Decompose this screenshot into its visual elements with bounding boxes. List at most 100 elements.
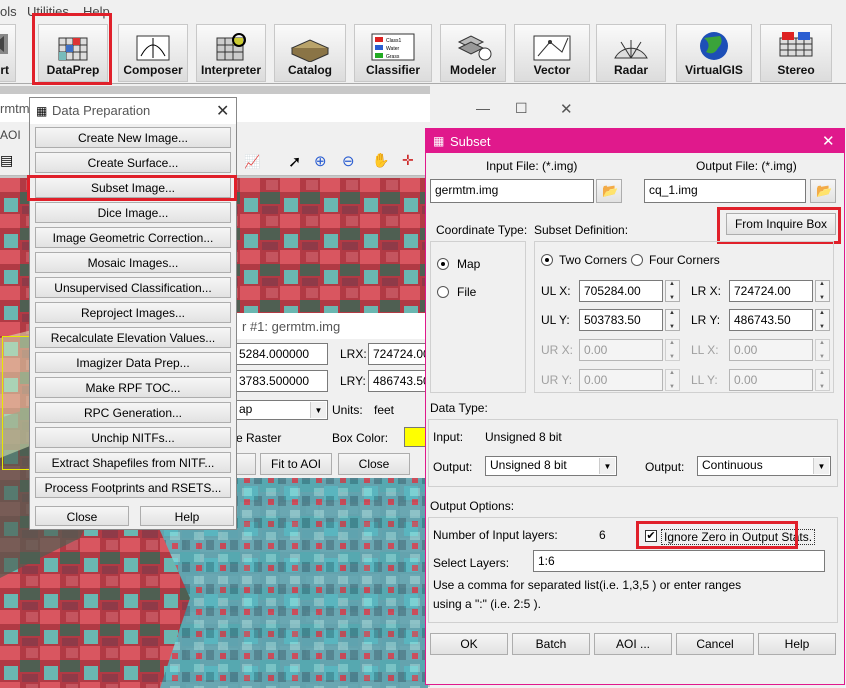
uly-stepper[interactable] (665, 309, 680, 331)
composer-icon (136, 35, 170, 61)
toolbar-composer-button[interactable]: Composer (118, 24, 188, 82)
main-toolbar: ort DataPrep Composer Interpreter Catalo… (0, 22, 846, 84)
hint-line-1: Use a comma for separated list(i.e. 1,3,… (433, 578, 742, 592)
inquire-uly-field[interactable]: 3783.500000 (234, 370, 328, 392)
menu-help[interactable]: Help (83, 4, 110, 19)
two-corners-radio[interactable] (541, 254, 553, 266)
zoom-in-icon[interactable]: ⊕ (314, 152, 327, 170)
dataprep-item-9[interactable]: Recalculate Elevation Values... (35, 327, 231, 348)
zoom-out-icon[interactable]: ⊖ (342, 152, 355, 170)
dataprep-item-7[interactable]: Unsupervised Classification... (35, 277, 231, 298)
toolbar-radar-button[interactable]: Radar (596, 24, 666, 82)
menu-utilities[interactable]: Utilities (27, 4, 69, 19)
close-icon[interactable]: ✕ (822, 132, 835, 150)
dataprep-close-button[interactable]: Close (35, 506, 129, 526)
inquire-lrx-field[interactable]: 724724.00 (368, 343, 428, 365)
output-file-field[interactable]: cq_1.img (644, 179, 806, 203)
window-close-icon[interactable]: ✕ (560, 100, 573, 118)
classifier-icon: Class1 Water Grass (371, 33, 415, 61)
dataprep-item-8[interactable]: Reproject Images... (35, 302, 231, 323)
lly-stepper[interactable] (815, 369, 830, 391)
lry-field[interactable]: 486743.50 (729, 309, 813, 331)
ury-stepper[interactable] (665, 369, 680, 391)
inquire-type-select[interactable]: ap ▼ (234, 400, 328, 420)
lly-label: LL Y: (691, 373, 718, 387)
inquire-close-button[interactable]: Close (338, 453, 410, 475)
dataprep-item-5[interactable]: Image Geometric Correction... (35, 227, 231, 248)
subset-definition-label: Subset Definition: (534, 223, 629, 237)
ulx-field[interactable]: 705284.00 (579, 280, 663, 302)
dataprep-item-14[interactable]: Extract Shapefiles from NITF... (35, 452, 231, 473)
ok-button[interactable]: OK (430, 633, 508, 655)
toolbar-modeler-button[interactable]: Modeler (440, 24, 506, 82)
lry-stepper[interactable] (815, 309, 830, 331)
dataprep-item-15[interactable]: Process Footprints and RSETS... (35, 477, 231, 498)
ulx-stepper[interactable] (665, 280, 680, 302)
chevron-down-icon: ▼ (599, 458, 615, 474)
map-radio-label: Map (457, 257, 481, 271)
map-radio[interactable] (437, 258, 449, 270)
aoi-button[interactable]: AOI ... (594, 633, 672, 655)
inquire-apply-button[interactable] (234, 453, 256, 475)
llx-field[interactable]: 0.00 (729, 339, 813, 361)
pan-hand-icon[interactable]: ✋ (372, 152, 389, 169)
inquire-lrx-label: LRX: (340, 347, 367, 361)
batch-button[interactable]: Batch (512, 633, 590, 655)
tool-icon[interactable]: ▤ (0, 152, 13, 169)
menu-tools[interactable]: ols (0, 4, 17, 19)
chart-icon[interactable]: 📈 (244, 154, 260, 170)
dataprep-item-13[interactable]: Unchip NITFs... (35, 427, 231, 448)
cancel-button[interactable]: Cancel (676, 633, 754, 655)
llx-stepper[interactable] (815, 339, 830, 361)
output-type-select[interactable]: Unsigned 8 bit ▼ (485, 456, 617, 476)
output-layer-type-select[interactable]: Continuous ▼ (697, 456, 831, 476)
dataprep-item-10[interactable]: Imagizer Data Prep... (35, 352, 231, 373)
urx-stepper[interactable] (665, 339, 680, 361)
dataprep-item-3[interactable]: Subset Image... (35, 177, 231, 198)
dataprep-help-button[interactable]: Help (140, 506, 234, 526)
help-button[interactable]: Help (758, 633, 836, 655)
uly-field[interactable]: 503783.50 (579, 309, 663, 331)
dataprep-item-12[interactable]: RPC Generation... (35, 402, 231, 423)
toolbar-dataprep-button[interactable]: DataPrep (38, 24, 108, 82)
vector-icon (533, 35, 571, 61)
dataprep-item-6[interactable]: Mosaic Images... (35, 252, 231, 273)
lrx-stepper[interactable] (815, 280, 830, 302)
input-folder-button[interactable]: 📂 (596, 179, 622, 203)
maximize-icon[interactable]: ☐ (515, 100, 528, 117)
toolbar-stereo-button[interactable]: Stereo (760, 24, 832, 82)
close-icon[interactable]: ✕ (216, 101, 229, 121)
num-layers-value: 6 (599, 528, 606, 542)
input-file-field[interactable]: germtm.img (430, 179, 594, 203)
toolbar-virtualgis-button[interactable]: VirtualGIS (676, 24, 752, 82)
stereo-icon (779, 32, 813, 57)
ignore-zero-checkbox[interactable]: ✔ (645, 530, 657, 542)
urx-field[interactable]: 0.00 (579, 339, 663, 361)
toolbar-vector-button[interactable]: Vector (514, 24, 590, 82)
dataprep-item-2[interactable]: Create Surface... (35, 152, 231, 173)
lrx-field[interactable]: 724724.00 (729, 280, 813, 302)
app-icon: ▦ (433, 134, 445, 148)
four-corners-radio[interactable] (631, 254, 643, 266)
toolbar-catalog-button[interactable]: Catalog (274, 24, 346, 82)
toolbar-classifier-button[interactable]: Class1 Water Grass Classifier (354, 24, 432, 82)
ury-field[interactable]: 0.00 (579, 369, 663, 391)
dataprep-item-4[interactable]: Dice Image... (35, 202, 231, 223)
lly-field[interactable]: 0.00 (729, 369, 813, 391)
select-layers-field[interactable]: 1:6 (533, 550, 825, 572)
toolbar-import-button[interactable]: ort (0, 24, 16, 82)
output-folder-button[interactable]: 📂 (810, 179, 836, 203)
from-inquire-box-button[interactable]: From Inquire Box (726, 213, 836, 235)
inquire-ulx-field[interactable]: 5284.000000 (234, 343, 328, 365)
fit-to-aoi-button[interactable]: Fit to AOI (260, 453, 332, 475)
toolbar-interpreter-button[interactable]: Interpreter (196, 24, 266, 82)
file-radio[interactable] (437, 286, 449, 298)
crosshair-icon[interactable]: ✛ (402, 152, 414, 169)
output-file-label: Output File: (*.img) (696, 159, 797, 173)
dataprep-item-1[interactable]: Create New Image... (35, 127, 231, 148)
inquire-lry-field[interactable]: 486743.50 (368, 370, 428, 392)
minimize-icon[interactable]: — (476, 100, 490, 116)
dataprep-item-11[interactable]: Make RPF TOC... (35, 377, 231, 398)
pointer-icon[interactable]: ➚ (288, 152, 301, 172)
urx-label: UR X: (541, 343, 574, 357)
